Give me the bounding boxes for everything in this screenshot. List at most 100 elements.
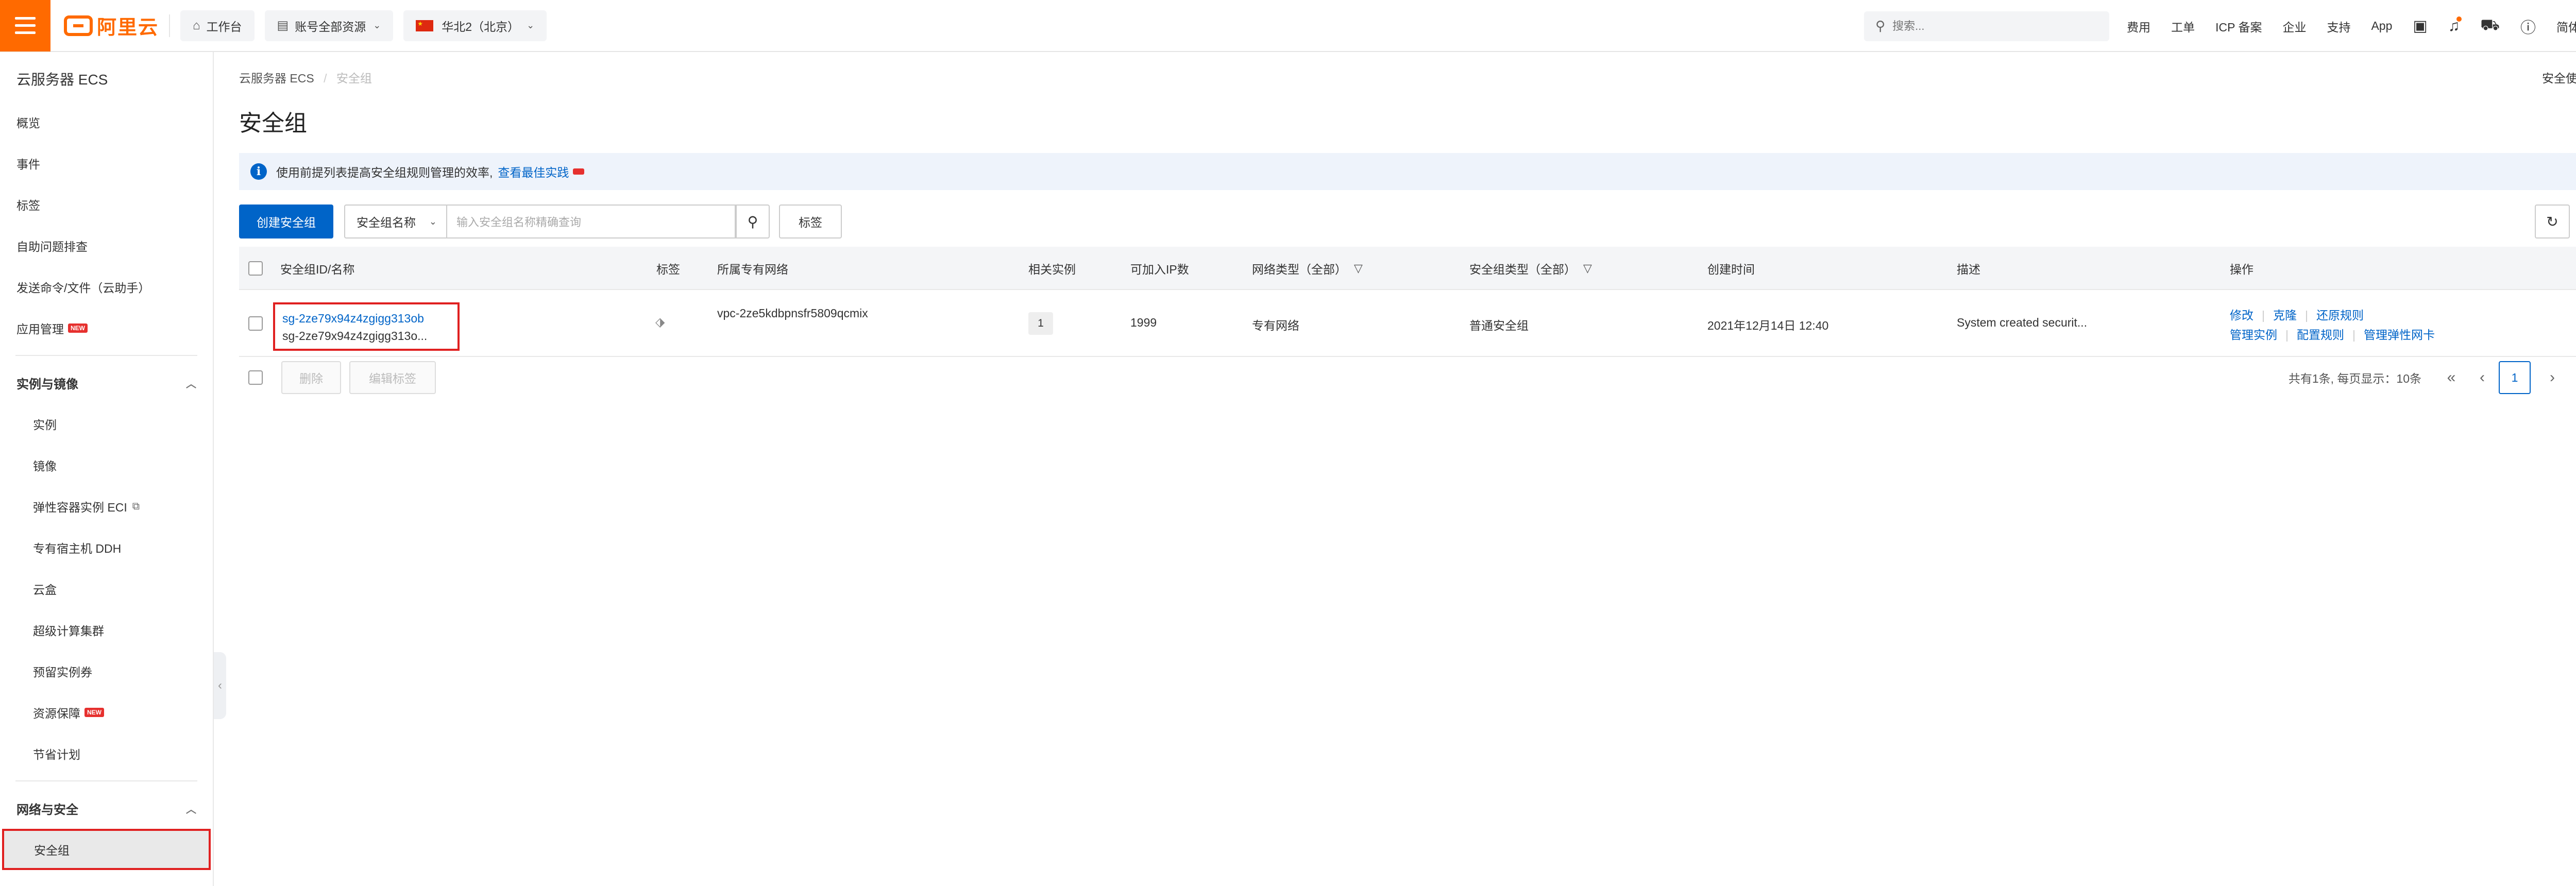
header-network-type[interactable]: 网络类型（全部） ▽ bbox=[1252, 247, 1363, 290]
region-dropdown[interactable]: 华北2（北京） ⌄ bbox=[403, 10, 547, 41]
sidebar-item-label: 专有宿主机 DDH bbox=[33, 542, 122, 555]
security-notice-link[interactable]: 安全使用须知 bbox=[2542, 69, 2576, 86]
delete-button[interactable]: 删除 bbox=[281, 361, 341, 394]
sidebar-item-label: 实例 bbox=[33, 418, 57, 432]
top-link-billing[interactable]: 费用 bbox=[2127, 18, 2150, 35]
terminal-icon[interactable]: ▣ bbox=[2413, 17, 2427, 35]
footer-checkbox-cell bbox=[248, 370, 263, 385]
create-security-group-button[interactable]: 创建安全组 bbox=[239, 205, 333, 238]
best-practice-link[interactable]: 查看最佳实践 bbox=[498, 163, 569, 180]
info-icon: i bbox=[250, 163, 267, 180]
chevron-down-icon: ⌄ bbox=[527, 20, 535, 30]
bell-icon[interactable]: ♫ bbox=[2448, 16, 2462, 35]
sidebar-group-label: 实例与镜像 bbox=[16, 377, 78, 391]
language-switch[interactable]: 简体 bbox=[2556, 18, 2576, 35]
security-group-id-name-cell: sg-2ze79x94z4zgigg313ob sg-2ze79x94z4zgi… bbox=[273, 302, 460, 351]
sidebar-item-images[interactable]: 镜像 bbox=[0, 445, 213, 486]
new-badge: NEW bbox=[68, 323, 88, 333]
divider: | bbox=[2352, 328, 2355, 342]
sidebar-item-label: 事件 bbox=[16, 158, 40, 171]
sidebar-group-instances-images[interactable]: 实例与镜像 ︿ bbox=[0, 362, 213, 403]
header-security-group-type[interactable]: 安全组类型（全部） ▽ bbox=[1469, 247, 1592, 290]
top-link-icp[interactable]: ICP 备案 bbox=[2215, 18, 2262, 35]
table-footer: 删除 编辑标签 共有1条, 每页显示：10条 « ‹ 1 › » bbox=[239, 361, 2576, 395]
tag-filter-button[interactable]: 标签 bbox=[779, 205, 842, 238]
chevron-up-icon: ︿ bbox=[186, 804, 196, 815]
top-right-actions: ⚲ 费用 工单 ICP 备案 企业 支持 App ▣ ♫ ⛟ ⓘ 简体 bbox=[1864, 0, 2576, 52]
cart-icon[interactable]: ⛟ bbox=[2480, 16, 2500, 36]
top-link-support[interactable]: 支持 bbox=[2327, 18, 2350, 35]
sidebar-title: 云服务器 ECS bbox=[16, 72, 108, 88]
sidebar-item-label: 预留实例券 bbox=[33, 666, 92, 679]
header-network-type-label: 网络类型（全部） bbox=[1252, 263, 1347, 276]
sidebar-item-eci[interactable]: 弹性容器实例 ECI ⧉ bbox=[0, 486, 213, 527]
sidebar-item-events[interactable]: 事件 bbox=[0, 143, 213, 184]
home-icon: ⌂ bbox=[193, 18, 200, 32]
restore-rules-link[interactable]: 还原规则 bbox=[2316, 309, 2364, 322]
row-network-type: 专有网络 bbox=[1252, 319, 1299, 332]
new-badge: NEW bbox=[84, 708, 104, 717]
previous-page-button[interactable]: ‹ bbox=[2470, 361, 2495, 394]
modify-link[interactable]: 修改 bbox=[2230, 309, 2253, 322]
sidebar-item-scc[interactable]: 超级计算集群 bbox=[0, 609, 213, 651]
global-search-input[interactable] bbox=[1892, 19, 2089, 33]
tag-icon[interactable]: ⬗ bbox=[655, 315, 665, 330]
sidebar-item-cloud-assistant[interactable]: 发送命令/文件（云助手） bbox=[0, 266, 213, 308]
top-link-enterprise[interactable]: 企业 bbox=[2282, 18, 2306, 35]
manage-instances-link[interactable]: 管理实例 bbox=[2230, 328, 2277, 342]
filter-icon[interactable]: ▽ bbox=[1583, 262, 1592, 275]
row-checkbox[interactable] bbox=[248, 316, 263, 331]
resource-scope-dropdown[interactable]: ▤ 账号全部资源 ⌄ bbox=[264, 10, 394, 41]
clone-link[interactable]: 克隆 bbox=[2273, 309, 2297, 322]
edit-tags-button[interactable]: 编辑标签 bbox=[349, 361, 436, 394]
row-tag-cell: ⬗ bbox=[655, 315, 665, 330]
global-search[interactable]: ⚲ bbox=[1864, 11, 2110, 41]
sidebar-item-ddh[interactable]: 专有宿主机 DDH bbox=[0, 527, 213, 568]
security-group-table: 安全组ID/名称 标签 所属专有网络 相关实例 可加入IP数 网络类型（全部） … bbox=[239, 247, 2576, 357]
footer-select-all-checkbox[interactable] bbox=[248, 370, 263, 385]
next-page-button[interactable]: › bbox=[2540, 361, 2565, 394]
sidebar-item-label: 概览 bbox=[16, 116, 40, 130]
sidebar-item-troubleshoot[interactable]: 自助问题排查 bbox=[0, 225, 213, 266]
aliyun-logo[interactable]: 阿里云 bbox=[64, 10, 159, 41]
search-icon: ⚲ bbox=[747, 213, 758, 230]
security-group-search-input[interactable]: 输入安全组名称精确查询 bbox=[446, 205, 736, 238]
resource-grid-icon: ▤ bbox=[277, 19, 289, 32]
sidebar-group-network-security[interactable]: 网络与安全 ︿ bbox=[0, 788, 213, 829]
top-link-app[interactable]: App bbox=[2371, 19, 2392, 33]
sidebar-item-resource-guarantee[interactable]: 资源保障 NEW bbox=[0, 692, 213, 733]
breadcrumb-root[interactable]: 云服务器 ECS bbox=[239, 72, 314, 85]
sidebar-item-overview[interactable]: 概览 bbox=[0, 101, 213, 143]
pagination-summary: 共有1条, 每页显示：10条 bbox=[2288, 372, 2421, 385]
sidebar-item-reserved-instances[interactable]: 预留实例券 bbox=[0, 651, 213, 692]
sidebar-item-label: 安全组 bbox=[34, 844, 70, 857]
security-group-id-link[interactable]: sg-2ze79x94z4zgigg313ob bbox=[282, 310, 450, 327]
sidebar-item-instances[interactable]: 实例 bbox=[0, 403, 213, 445]
manage-eni-link[interactable]: 管理弹性网卡 bbox=[2364, 328, 2435, 342]
search-button[interactable]: ⚲ bbox=[736, 205, 770, 238]
resource-scope-label: 账号全部资源 bbox=[295, 20, 366, 33]
chevron-down-icon: ⌄ bbox=[373, 20, 381, 30]
workbench-button[interactable]: ⌂ 工作台 bbox=[180, 10, 255, 41]
refresh-button[interactable]: ↻ bbox=[2535, 205, 2570, 238]
last-page-button[interactable]: » bbox=[2573, 361, 2576, 394]
sidebar-item-savings-plan[interactable]: 节省计划 bbox=[0, 733, 213, 774]
select-all-checkbox[interactable] bbox=[248, 261, 263, 276]
related-instance-count[interactable]: 1 bbox=[1028, 312, 1053, 335]
sidebar-item-cloudbox[interactable]: 云盒 bbox=[0, 568, 213, 609]
sidebar-item-app-management[interactable]: 应用管理 NEW bbox=[0, 308, 213, 349]
sidebar-item-tags[interactable]: 标签 bbox=[0, 184, 213, 225]
first-page-button[interactable]: « bbox=[2439, 361, 2464, 394]
filter-icon[interactable]: ▽ bbox=[1354, 262, 1363, 275]
sidebar-item-security-groups[interactable]: 安全组 bbox=[2, 829, 211, 870]
menu-icon[interactable] bbox=[0, 0, 50, 52]
sidebar-collapse-handle[interactable]: ‹ bbox=[214, 652, 226, 719]
chevron-left-icon: ‹ bbox=[218, 678, 222, 692]
configure-rules-link[interactable]: 配置规则 bbox=[2297, 328, 2344, 342]
top-link-tickets[interactable]: 工单 bbox=[2171, 18, 2195, 35]
current-page-button[interactable]: 1 bbox=[2499, 361, 2531, 394]
search-field-select[interactable]: 安全组名称 ⌄ bbox=[344, 205, 447, 238]
toolbar: 创建安全组 安全组名称 ⌄ 输入安全组名称精确查询 ⚲ 标签 ↻ ⤓ bbox=[239, 205, 2576, 238]
help-icon[interactable]: ⓘ bbox=[2520, 15, 2536, 38]
search-icon: ⚲ bbox=[1875, 18, 1886, 33]
